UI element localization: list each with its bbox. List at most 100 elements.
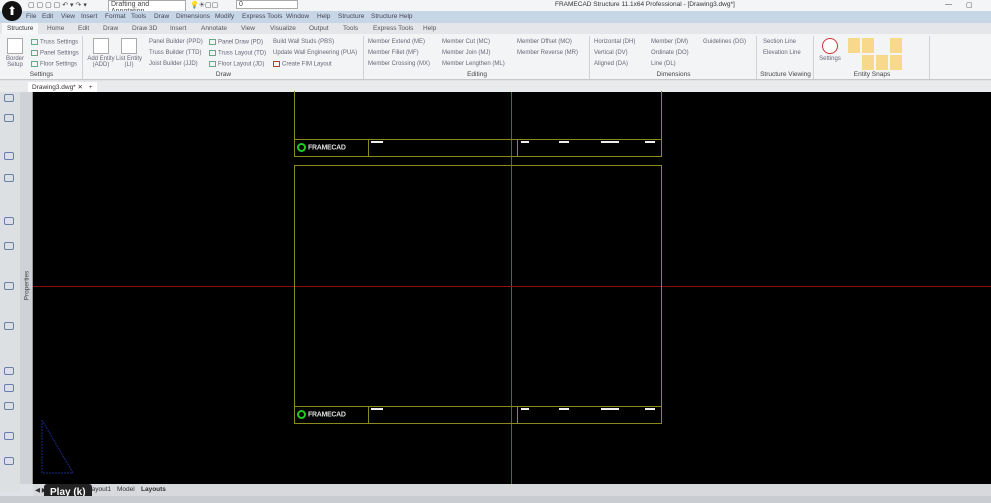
update-wall-engineering-button[interactable]: Update Wall Engineering (PUA) (273, 50, 357, 56)
member-crossing-button[interactable]: Member Crossing (MX) (368, 61, 430, 67)
panel-draw-button[interactable]: Panel Draw (PD) (209, 39, 263, 46)
settings-group: Border Setup Truss Settings Panel Settin… (1, 36, 83, 79)
member-reverse-button[interactable]: Member Reverse (MR) (517, 50, 578, 56)
tab-home[interactable]: Home (47, 25, 64, 32)
floor-layout-button[interactable]: Floor Layout (JD) (209, 61, 264, 68)
zoom-icon[interactable] (4, 402, 14, 410)
arc-tool-icon[interactable] (4, 174, 14, 182)
tab-edit[interactable]: Edit (78, 25, 89, 32)
window-title: FRAMECAD Structure 11.1x64 Professional … (555, 1, 735, 8)
snap-center-icon[interactable] (904, 38, 916, 53)
properties-panel[interactable]: Properties (20, 92, 33, 484)
snap-endpoint-icon[interactable] (848, 38, 860, 53)
maximize-button[interactable]: ▢ (966, 1, 973, 9)
circle-tool-icon[interactable] (4, 152, 14, 160)
truss-layout-button[interactable]: Truss Layout (TD) (209, 50, 266, 57)
snap-line-icon[interactable] (876, 38, 888, 53)
floor-settings-button[interactable]: Floor Settings (31, 61, 77, 68)
menu-insert[interactable]: Insert (81, 13, 97, 20)
snap-extension-icon[interactable] (848, 55, 860, 70)
menu-draw[interactable]: Draw (154, 13, 169, 20)
layer-select[interactable]: 0 (236, 0, 298, 9)
minimize-button[interactable]: — (945, 1, 952, 8)
aligned-dim-button[interactable]: Aligned (DA) (594, 61, 628, 67)
menu-express-tools[interactable]: Express Tools (242, 13, 282, 20)
ordinate-dim-button[interactable]: Ordinate (DO) (651, 50, 689, 56)
list-entity-button[interactable]: List Entity (LI) (116, 38, 142, 68)
member-cut-button[interactable]: Member Cut (MC) (442, 39, 490, 45)
drawing-canvas[interactable]: FRAMECAD FRAMECAD (33, 91, 991, 484)
tab-annotate[interactable]: Annotate (201, 25, 227, 32)
tab-draw-3d[interactable]: Draw 3D (132, 25, 157, 32)
member-extend-button[interactable]: Member Extend (ME) (368, 39, 425, 45)
quick-access-toolbar[interactable]: ▢ ▢ ▢ ▢ ↶ ▾ ↷ ▾ (28, 1, 87, 9)
menu-structure-help[interactable]: Structure Help (371, 13, 413, 20)
zoom-extents-icon[interactable] (4, 457, 14, 465)
tab-help[interactable]: Help (423, 25, 436, 32)
tab-model[interactable]: Model (117, 486, 135, 493)
member-lengthen-button[interactable]: Member Lengthen (ML) (442, 61, 505, 67)
polyline-tool-icon[interactable] (4, 114, 14, 122)
snap-perpendicular-icon[interactable] (876, 55, 888, 70)
panel-builder-button[interactable]: Panel Builder (PPD) (149, 39, 203, 45)
snap-settings-button[interactable]: Settings (817, 38, 843, 62)
add-entity-button[interactable]: Add Entity (ADD) (86, 38, 116, 68)
snap-intersection-icon[interactable] (890, 38, 902, 53)
snap-apparent-icon[interactable] (862, 55, 874, 70)
truss-settings-button[interactable]: Truss Settings (31, 39, 78, 46)
move-tool-icon[interactable] (4, 282, 14, 290)
member-fillet-button[interactable]: Member Fillet (MF) (368, 50, 419, 56)
zoom-window-icon[interactable] (4, 432, 14, 440)
tab-express-tools[interactable]: Express Tools (373, 25, 413, 32)
tab-structure[interactable]: Structure (2, 23, 39, 34)
menu-edit[interactable]: Edit (42, 13, 53, 20)
snap-run-icon[interactable] (918, 55, 930, 70)
snap-tangent-icon[interactable] (890, 55, 902, 70)
menu-dimensions[interactable]: Dimensions (176, 13, 210, 20)
joist-builder-button[interactable]: Joist Builder (JJD) (149, 61, 198, 67)
tab-draw[interactable]: Draw (103, 25, 118, 32)
elevation-line-button[interactable]: Elevation Line (763, 50, 801, 56)
document-tab[interactable]: Drawing3.dwg* ✕ + (28, 82, 97, 92)
refresh-icon[interactable] (4, 367, 14, 375)
menu-format[interactable]: Format (105, 13, 126, 20)
snap-node-icon[interactable] (918, 38, 930, 53)
snap-quadrant-icon[interactable] (904, 55, 916, 70)
new-tab-icon[interactable]: + (89, 84, 93, 91)
menu-structure[interactable]: Structure (338, 13, 364, 20)
panel-settings-button[interactable]: Panel Settings (31, 50, 79, 57)
horizontal-dim-button[interactable]: Horizontal (DH) (594, 39, 635, 45)
menu-tools[interactable]: Tools (131, 13, 146, 20)
menu-view[interactable]: View (61, 13, 75, 20)
line-dim-button[interactable]: Line (DL) (651, 61, 676, 67)
guidelines-button[interactable]: Guidelines (DG) (703, 39, 746, 45)
tab-view[interactable]: View (241, 25, 255, 32)
table-tool-icon[interactable] (4, 322, 14, 330)
app-menu-button[interactable]: ⬆ (2, 1, 22, 21)
snap-midpoint-icon[interactable] (862, 38, 874, 53)
border-setup-button[interactable]: Border Setup (3, 38, 27, 68)
section-line-button[interactable]: Section Line (763, 39, 796, 45)
rectangle-tool-icon[interactable] (4, 242, 14, 250)
hatch-tool-icon[interactable] (4, 217, 14, 225)
create-fim-layout-button[interactable]: Create FIM Layout (273, 61, 332, 68)
line-tool-icon[interactable] (4, 94, 14, 102)
pan-icon[interactable] (4, 384, 14, 392)
vertical-dim-button[interactable]: Vertical (DV) (594, 50, 628, 56)
menu-window[interactable]: Window (286, 13, 309, 20)
tab-visualize[interactable]: Visualize (270, 25, 296, 32)
tab-output[interactable]: Output (309, 25, 329, 32)
label: Truss Layout (TD) (218, 50, 267, 57)
tab-insert[interactable]: Insert (170, 25, 186, 32)
build-wall-studs-button[interactable]: Build Wall Studs (PBS) (273, 39, 334, 45)
menu-modify[interactable]: Modify (215, 13, 234, 20)
close-icon[interactable]: ✕ (78, 84, 83, 91)
member-offset-button[interactable]: Member Offset (MO) (517, 39, 572, 45)
member-dim-button[interactable]: Member (DM) (651, 39, 688, 45)
menu-file[interactable]: File (26, 13, 36, 20)
tab-layouts[interactable]: Layouts (141, 486, 166, 493)
menu-help[interactable]: Help (317, 13, 330, 20)
truss-builder-button[interactable]: Truss Builder (TTD) (149, 50, 201, 56)
tab-tools[interactable]: Tools (343, 25, 358, 32)
member-join-button[interactable]: Member Join (MJ) (442, 50, 490, 56)
